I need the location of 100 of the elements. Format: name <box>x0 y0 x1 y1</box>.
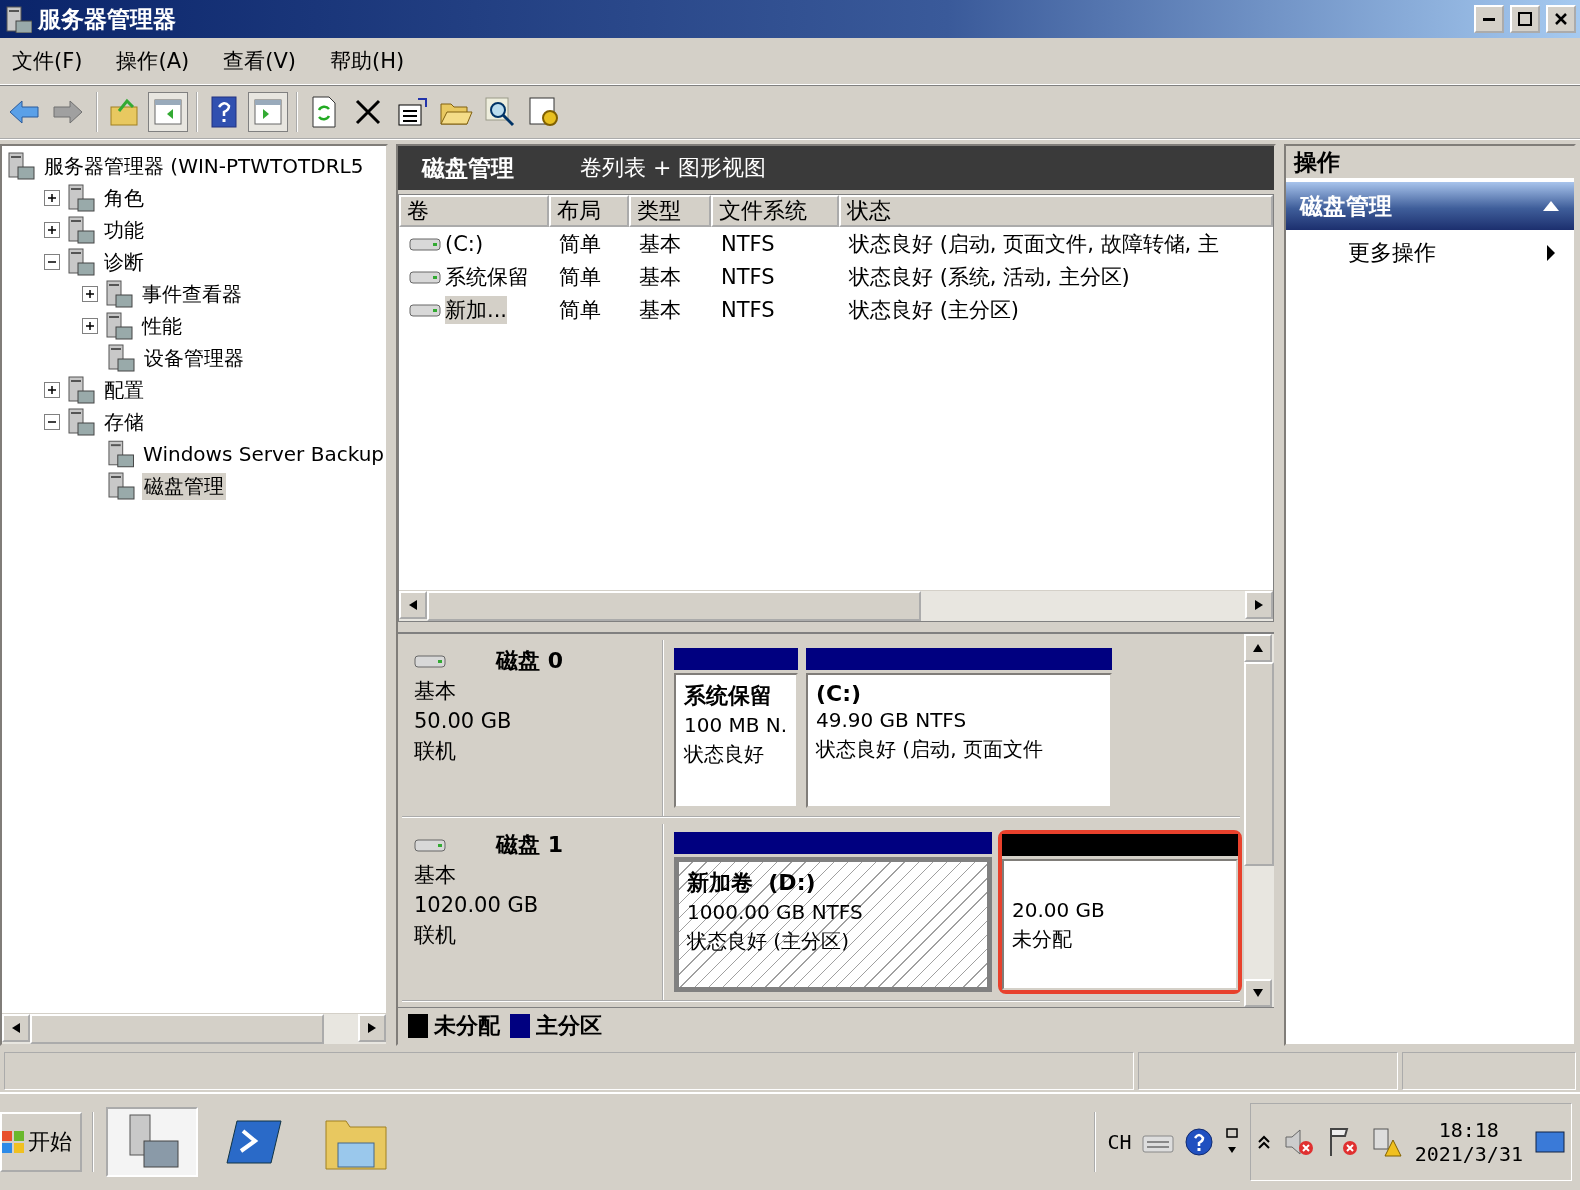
column-header[interactable]: 状态 <box>839 195 1273 227</box>
show-desktop-icon <box>1535 1129 1565 1155</box>
clock-time[interactable]: 18:18 <box>1438 1118 1499 1142</box>
column-header[interactable]: 类型 <box>629 195 711 227</box>
menu-item[interactable]: 帮助(H) <box>330 47 405 75</box>
disk-drive-icon <box>409 268 441 285</box>
close-button[interactable] <box>1546 5 1576 33</box>
disk-name: 磁盘 1 <box>496 831 563 859</box>
table-cell-text: 状态良好 (系统, 活动, 主分区) <box>849 263 1130 291</box>
scroll-right-button[interactable] <box>1245 591 1273 619</box>
plus-icon <box>85 321 95 331</box>
partition-name: 新加卷 (D:) <box>687 869 817 897</box>
properties-icon <box>396 97 428 127</box>
expand-toggle[interactable] <box>44 190 60 206</box>
partition-size: 49.90 GB NTFS <box>816 707 968 734</box>
section-title: 磁盘管理 <box>1300 191 1392 221</box>
partition-size: 100 MB N. <box>684 712 788 739</box>
partition[interactable]: (C:) 49.90 GB NTFS 状态良好 (启动, 页面文件 <box>804 646 1114 810</box>
left-triangle-icon <box>11 1022 21 1034</box>
column-header[interactable]: 布局 <box>549 195 629 227</box>
scrollbar-thumb[interactable] <box>1244 662 1274 866</box>
view-label: 卷列表 + 图形视图 <box>580 154 767 182</box>
disk-type: 基本 <box>414 678 457 705</box>
disk-size: 1020.00 GB <box>414 892 540 919</box>
tree-item[interactable]: 配置 <box>102 376 146 404</box>
table-cell[interactable]: (C:) <box>445 231 484 256</box>
powershell-icon <box>225 1119 283 1165</box>
tree-item[interactable]: 磁盘管理 <box>142 472 226 500</box>
scroll-down-button[interactable] <box>1244 979 1272 1007</box>
table-cell[interactable]: 系统保留 <box>445 262 529 291</box>
actions-section-header[interactable]: 磁盘管理 <box>1286 182 1574 230</box>
action-link[interactable]: 更多操作 <box>1348 238 1436 268</box>
tree-item[interactable]: 事件查看器 <box>140 280 244 308</box>
partition-status: 状态良好 (启动, 页面文件 <box>816 736 1044 763</box>
tree-item[interactable]: 诊断 <box>102 248 146 276</box>
server-icon <box>106 471 136 501</box>
language-indicator[interactable]: CH <box>1107 1130 1132 1154</box>
maximize-button[interactable] <box>1510 5 1540 33</box>
column-header[interactable]: 文件系统 <box>711 195 839 227</box>
tree-item[interactable]: Windows Server Backup <box>141 442 386 466</box>
legend-label: 主分区 <box>536 1012 602 1040</box>
server-icon <box>6 151 36 181</box>
pane-left-icon <box>153 98 183 126</box>
table-cell-text: 基本 <box>639 263 681 291</box>
submenu-triangle-icon <box>1546 244 1556 262</box>
find-icon <box>484 96 516 128</box>
disk-status: 联机 <box>414 922 457 949</box>
plus-icon <box>47 385 57 395</box>
collapse-toggle[interactable] <box>44 254 60 270</box>
highlighted-partition[interactable]: 20.00 GB 未分配 <box>998 830 1242 994</box>
plus-icon <box>85 289 95 299</box>
expand-toggle[interactable] <box>82 286 98 302</box>
scroll-up-button[interactable] <box>1244 634 1272 662</box>
disk-status: 联机 <box>414 738 457 765</box>
scroll-right-button[interactable] <box>358 1014 386 1042</box>
tree-item[interactable]: 存储 <box>102 408 146 436</box>
column-header[interactable]: 卷 <box>399 195 549 227</box>
legend-label: 未分配 <box>434 1012 500 1040</box>
disk-drive-icon <box>409 301 441 318</box>
partition-size: 20.00 GB <box>1012 896 1106 924</box>
window-title: 服务器管理器 <box>38 4 177 34</box>
chevron-up-icon <box>1256 1135 1271 1149</box>
expand-toggle[interactable] <box>82 318 98 334</box>
right-triangle-icon <box>367 1022 377 1034</box>
tree-item[interactable]: 功能 <box>102 216 146 244</box>
menu-item[interactable]: 操作(A) <box>116 47 190 75</box>
table-cell-text: 简单 <box>559 230 601 258</box>
tree-item[interactable]: 设备管理器 <box>142 344 246 372</box>
expand-toggle[interactable] <box>44 382 60 398</box>
pane-title: 磁盘管理 <box>422 153 514 183</box>
table-cell[interactable]: 新加... <box>445 295 508 324</box>
tree-item[interactable]: 服务器管理器 (WIN-PTWTOTDRL5 <box>42 152 366 180</box>
start-button[interactable]: 开始 <box>0 1112 82 1172</box>
tree-item[interactable]: 角色 <box>102 184 146 212</box>
menu-item[interactable]: 查看(V) <box>223 47 296 75</box>
expand-toggle[interactable] <box>44 222 60 238</box>
menu-item[interactable]: 文件(F) <box>12 47 83 75</box>
partition-status: 状态良好 (主分区) <box>687 928 850 955</box>
right-triangle-icon <box>1254 599 1264 611</box>
scroll-left-button[interactable] <box>2 1014 30 1042</box>
partition[interactable]: 新加卷 (D:) 1000.00 GB NTFS 状态良好 (主分区) <box>672 830 994 994</box>
plus-icon <box>47 225 57 235</box>
scroll-left-button[interactable] <box>399 591 427 619</box>
server-icon <box>66 183 96 213</box>
clock-date[interactable]: 2021/3/31 <box>1414 1142 1523 1166</box>
pane-right-icon <box>253 98 283 126</box>
up-triangle-icon <box>1252 643 1264 653</box>
taskbar-app-button[interactable] <box>106 1107 198 1177</box>
actions-header: 操作 <box>1286 146 1574 178</box>
scrollbar-thumb[interactable] <box>30 1014 324 1044</box>
scrollbar-thumb[interactable] <box>427 591 921 621</box>
minimize-icon <box>1483 17 1495 21</box>
help-icon <box>211 96 237 128</box>
disk-size: 50.00 GB <box>414 708 513 735</box>
minimize-button[interactable] <box>1474 5 1504 33</box>
collapse-toggle[interactable] <box>44 414 60 430</box>
partition[interactable]: 系统保留 100 MB N. 状态良好 <box>672 646 800 810</box>
tree-item[interactable]: 性能 <box>140 312 184 340</box>
server-icon <box>66 247 96 277</box>
down-triangle-icon <box>1252 988 1264 998</box>
